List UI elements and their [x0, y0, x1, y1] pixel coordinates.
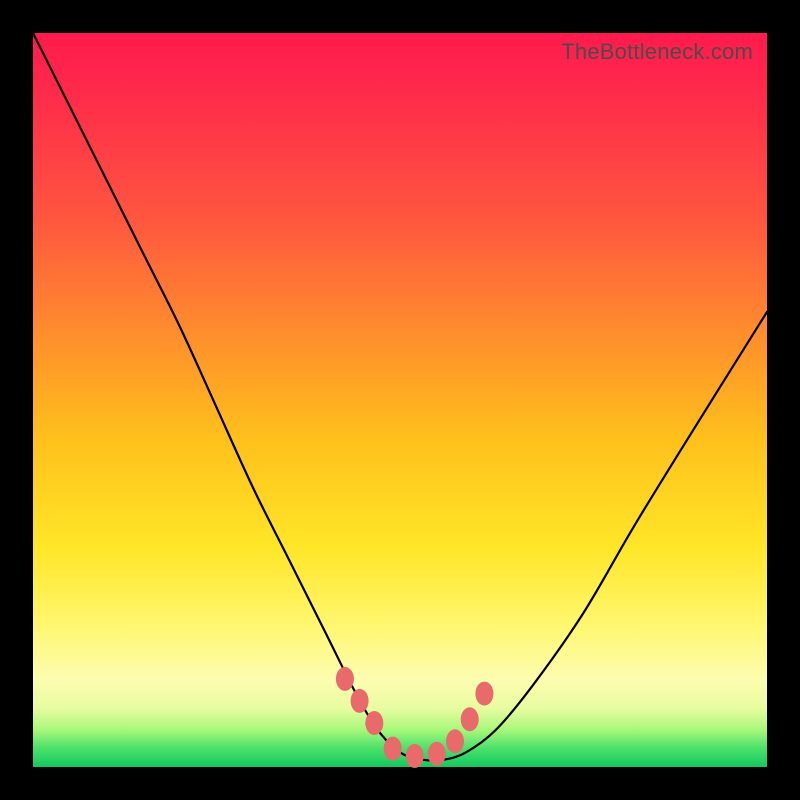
curve-marker: [336, 667, 354, 691]
curve-marker: [406, 744, 424, 768]
chart-overlay: [33, 33, 767, 767]
marker-group: [336, 667, 494, 768]
plot-area: TheBottleneck.com: [33, 33, 767, 767]
curve-marker: [446, 729, 464, 753]
bottleneck-curve: [33, 33, 767, 761]
curve-marker: [475, 682, 493, 706]
outer-frame: TheBottleneck.com: [0, 0, 800, 800]
curve-marker: [428, 742, 446, 766]
curve-marker: [351, 689, 369, 713]
curve-marker: [384, 737, 402, 761]
curve-marker: [461, 707, 479, 731]
curve-marker: [365, 711, 383, 735]
